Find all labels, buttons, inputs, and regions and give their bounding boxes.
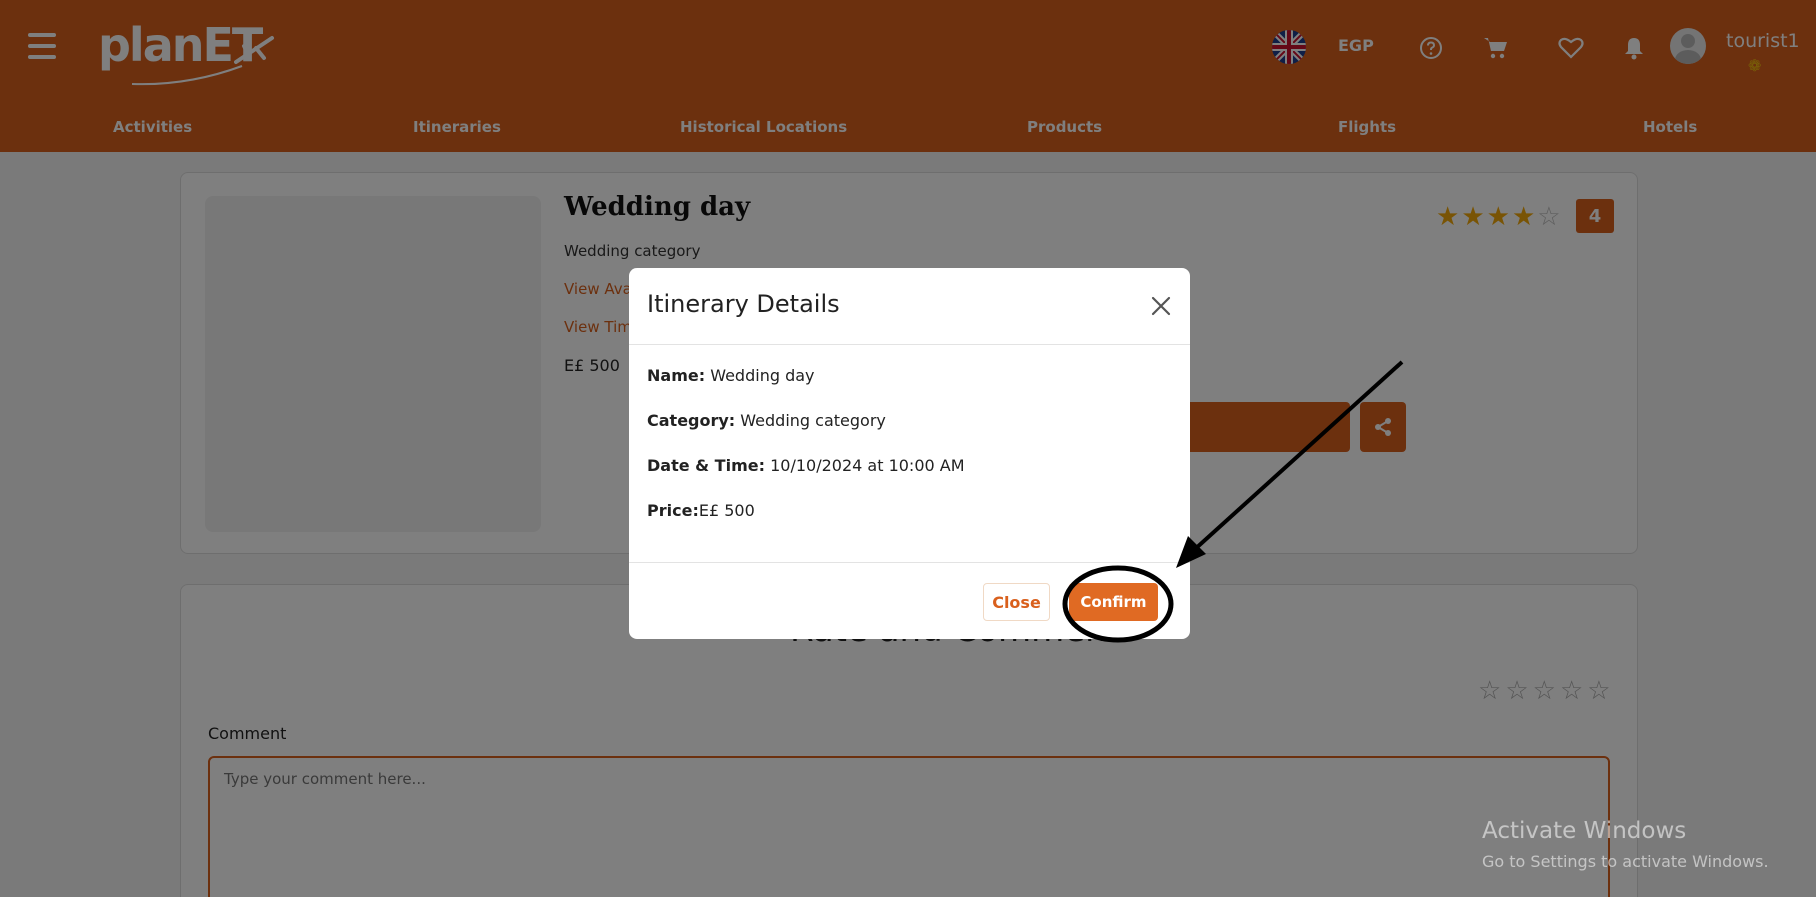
close-icon[interactable] xyxy=(1147,292,1175,320)
detail-price: Price:E£ 500 xyxy=(647,501,755,520)
windows-watermark-subtitle: Go to Settings to activate Windows. xyxy=(1482,852,1769,871)
windows-watermark-title: Activate Windows xyxy=(1482,818,1687,844)
close-button[interactable]: Close xyxy=(983,583,1050,621)
detail-datetime-value: 10/10/2024 at 10:00 AM xyxy=(770,456,965,475)
itinerary-details-modal: Itinerary Details Name: Wedding day Cate… xyxy=(629,268,1190,639)
detail-price-value: E£ 500 xyxy=(698,501,755,520)
detail-category: Category: Wedding category xyxy=(647,411,886,430)
detail-datetime-label: Date & Time: xyxy=(647,456,765,475)
confirm-button[interactable]: Confirm xyxy=(1069,583,1158,621)
detail-price-label: Price: xyxy=(647,501,699,520)
detail-name-value: Wedding day xyxy=(710,366,815,385)
detail-category-value: Wedding category xyxy=(740,411,886,430)
modal-header: Itinerary Details xyxy=(629,268,1190,345)
detail-name: Name: Wedding day xyxy=(647,366,815,385)
detail-category-label: Category: xyxy=(647,411,736,430)
modal-title: Itinerary Details xyxy=(647,290,840,318)
detail-name-label: Name: xyxy=(647,366,706,385)
detail-datetime: Date & Time: 10/10/2024 at 10:00 AM xyxy=(647,456,965,475)
modal-footer: Close Confirm xyxy=(629,562,1190,639)
